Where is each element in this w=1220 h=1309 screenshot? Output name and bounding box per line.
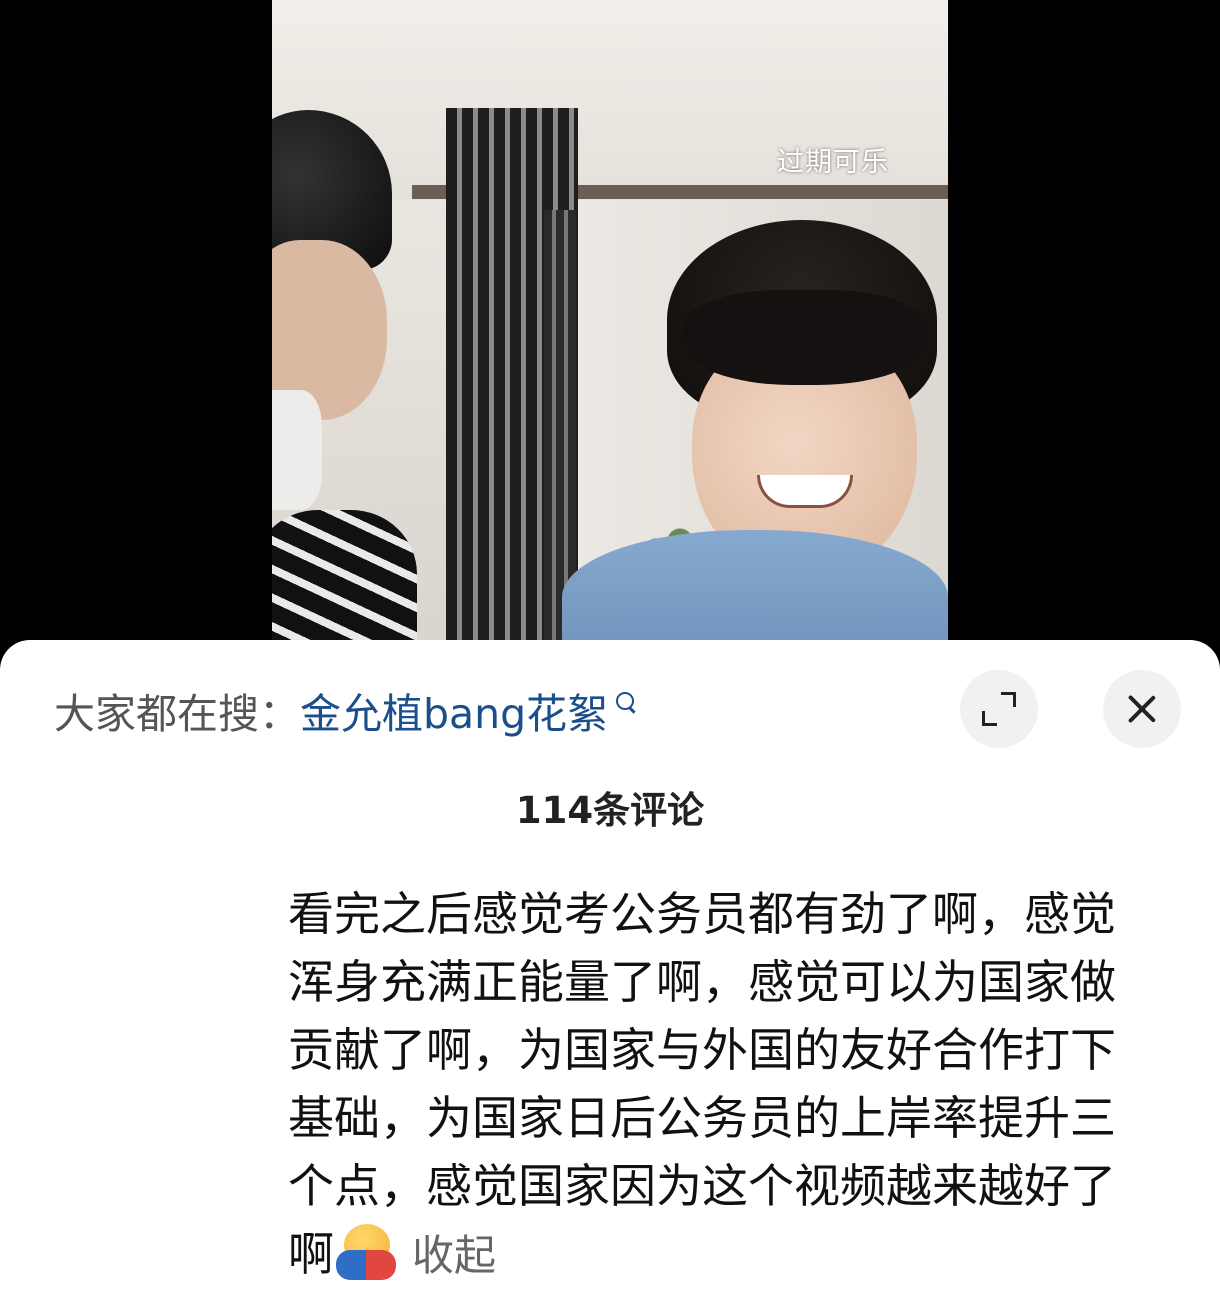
trending-search[interactable]: 大家都在搜： 金允植bang花絮 (54, 680, 640, 740)
hugging-face-emoji (336, 1222, 396, 1280)
video-frame[interactable] (272, 0, 948, 660)
comment-line: 基础，为国家日后公务员的上岸率提升三 (288, 1091, 1116, 1145)
comment-line: 浑身充满正能量了啊，感觉可以为国家做 (288, 955, 1116, 1009)
video-watermark: 过期可乐 (777, 147, 889, 178)
comment-line: 啊 (288, 1227, 334, 1281)
comment-line: 看完之后感觉考公务员都有劲了啊，感觉 (288, 887, 1116, 941)
comment-count: 114条评论 (515, 789, 705, 832)
search-icon[interactable] (614, 690, 640, 730)
person-left (272, 0, 422, 660)
trending-search-term[interactable]: 金允植bang花絮 (300, 680, 608, 740)
comment-line: 个点，感觉国家因为这个视频越来越好了 (288, 1159, 1116, 1213)
expand-icon (982, 692, 1016, 726)
person-right (562, 210, 948, 660)
collapse-button[interactable]: 收起 (412, 1231, 496, 1280)
close-button[interactable] (1103, 670, 1181, 748)
close-icon (1127, 694, 1157, 724)
comment-line: 贡献了啊，为国家与外国的友好合作打下 (288, 1023, 1116, 1077)
comment-body: 看完之后感觉考公务员都有劲了啊，感觉 浑身充满正能量了啊，感觉可以为国家做 贡献… (288, 880, 1158, 1290)
expand-button[interactable] (960, 670, 1038, 748)
video-player[interactable]: 过期可乐 (0, 0, 1220, 660)
trending-search-prefix: 大家都在搜： (54, 690, 300, 738)
